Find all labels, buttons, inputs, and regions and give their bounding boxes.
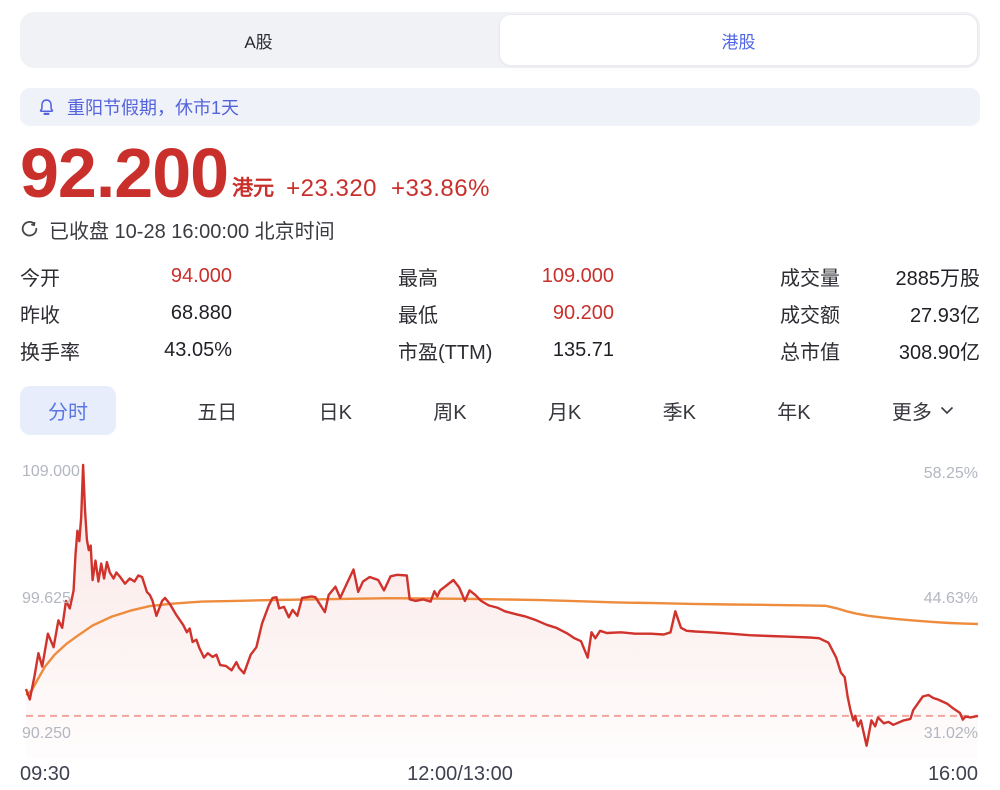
- period-tab-weekly[interactable]: 周K: [433, 396, 466, 425]
- stat-value: 135.71: [553, 339, 614, 362]
- quote-price-row: 92.200 港元 +23.320 +33.86%: [20, 142, 490, 204]
- stat-volume: 成交量 2885万股: [780, 258, 980, 295]
- stat-market-cap: 总市值 308.90亿: [780, 332, 980, 369]
- refresh-icon[interactable]: [20, 220, 39, 239]
- chevron-down-icon: [940, 406, 954, 415]
- tab-hk[interactable]: 港股: [499, 14, 978, 66]
- y-axis-pct-low: 31.02%: [924, 725, 978, 743]
- stat-amount: 成交额 27.93亿: [780, 295, 980, 332]
- last-price: 92.200: [20, 142, 228, 204]
- market-status-row: 已收盘 10-28 16:00:00 北京时间: [20, 215, 335, 244]
- stat-value: 109.000: [542, 265, 614, 288]
- period-more-label: 更多: [892, 396, 932, 425]
- period-tab-monthly[interactable]: 月K: [548, 396, 581, 425]
- holiday-notice-banner[interactable]: 重阳节假期，休市1天: [20, 88, 980, 126]
- y-axis-pct-high: 58.25%: [924, 465, 978, 483]
- stat-value: 43.05%: [164, 339, 232, 362]
- tab-a-share-label: A股: [244, 28, 272, 53]
- stat-prev-close: 昨收 68.880: [20, 295, 232, 332]
- stat-label: 今开: [20, 262, 60, 291]
- stat-value: 27.93亿: [910, 299, 980, 328]
- stat-value: 68.880: [171, 302, 232, 325]
- stat-label: 成交量: [780, 262, 840, 291]
- stat-value: 90.200: [553, 302, 614, 325]
- y-axis-price-low: 90.250: [22, 725, 71, 743]
- stats-column-1: 今开 94.000 昨收 68.880 换手率 43.05%: [20, 258, 232, 369]
- stat-value: 308.90亿: [899, 336, 980, 365]
- y-axis-price-high: 109.000: [22, 463, 80, 481]
- stock-quote-page: A股 港股 重阳节假期，休市1天 92.200 港元 +23.320 +33.8…: [0, 0, 1000, 790]
- stat-label: 换手率: [20, 336, 80, 365]
- stat-label: 最高: [398, 262, 438, 291]
- stat-pe-ttm: 市盈(TTM) 135.71: [398, 332, 614, 369]
- stat-label: 最低: [398, 299, 438, 328]
- tab-a-share[interactable]: A股: [20, 12, 497, 68]
- stat-open: 今开 94.000: [20, 258, 232, 295]
- stat-label: 市盈(TTM): [398, 336, 492, 365]
- x-axis-close-time: 16:00: [928, 763, 978, 786]
- stat-value: 94.000: [171, 265, 232, 288]
- intraday-chart[interactable]: 109.000 99.625 90.250 58.25% 44.63% 31.0…: [0, 452, 1000, 790]
- stat-high: 最高 109.000: [398, 258, 614, 295]
- y-axis-pct-mid: 44.63%: [924, 590, 978, 608]
- stats-grid: 今开 94.000 昨收 68.880 换手率 43.05% 最高 109.00…: [20, 258, 980, 369]
- holiday-notice-text: 重阳节假期，休市1天: [67, 94, 239, 120]
- period-tab-5day[interactable]: 五日: [197, 396, 237, 425]
- y-axis-price-mid: 99.625: [22, 590, 71, 608]
- stat-label: 成交额: [780, 299, 840, 328]
- stat-value: 2885万股: [896, 262, 981, 291]
- chart-period-tabs: 分时 五日 日K 周K 月K 季K 年K 更多: [20, 386, 980, 434]
- price-change: +23.320: [286, 175, 377, 203]
- period-more-button[interactable]: 更多: [892, 396, 954, 425]
- currency-label: 港元: [232, 172, 274, 202]
- price-area-fill: [26, 465, 978, 758]
- stats-column-2: 最高 109.000 最低 90.200 市盈(TTM) 135.71: [398, 258, 614, 369]
- stats-column-3: 成交量 2885万股 成交额 27.93亿 总市值 308.90亿: [780, 258, 980, 369]
- period-tab-yearly[interactable]: 年K: [777, 396, 810, 425]
- x-axis-open-time: 09:30: [20, 763, 70, 786]
- x-axis-lunch-time: 12:00/13:00: [407, 763, 513, 786]
- bell-icon: [36, 97, 57, 118]
- tab-hk-label: 港股: [722, 28, 756, 53]
- stat-turnover-rate: 换手率 43.05%: [20, 332, 232, 369]
- period-tab-daily[interactable]: 日K: [319, 396, 352, 425]
- stat-label: 总市值: [780, 336, 840, 365]
- period-tab-quarterly[interactable]: 季K: [663, 396, 696, 425]
- period-tab-minute[interactable]: 分时: [20, 386, 116, 435]
- intraday-chart-svg: [20, 452, 980, 758]
- market-tab-bar: A股 港股: [20, 12, 980, 68]
- market-status-text: 已收盘 10-28 16:00:00 北京时间: [49, 215, 335, 244]
- stat-low: 最低 90.200: [398, 295, 614, 332]
- price-change-percent: +33.86%: [391, 175, 490, 203]
- stat-label: 昨收: [20, 299, 60, 328]
